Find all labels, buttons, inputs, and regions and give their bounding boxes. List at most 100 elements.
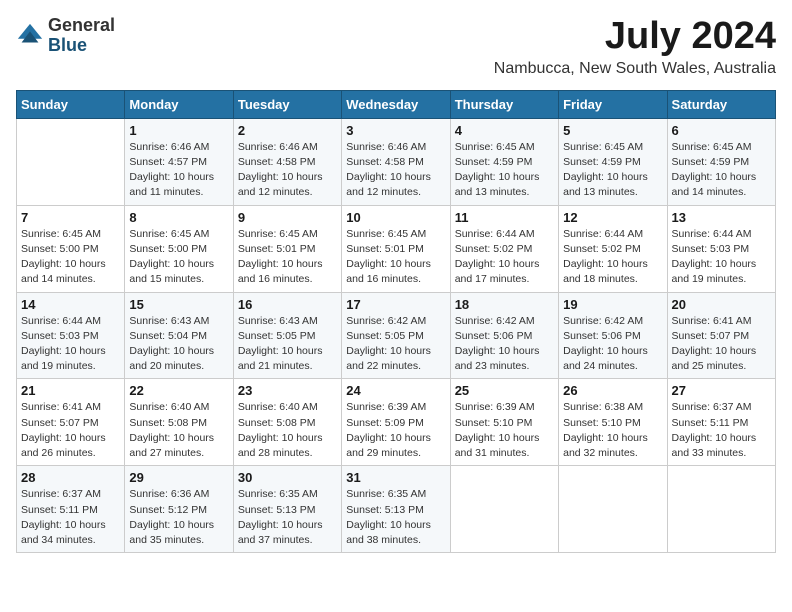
day-cell: 9Sunrise: 6:45 AMSunset: 5:01 PMDaylight… [233,205,341,292]
day-detail: Sunrise: 6:45 AMSunset: 5:00 PMDaylight:… [129,227,228,288]
day-number: 1 [129,123,228,138]
day-detail: Sunrise: 6:45 AMSunset: 4:59 PMDaylight:… [672,140,771,201]
header-sunday: Sunday [17,90,125,118]
day-detail: Sunrise: 6:41 AMSunset: 5:07 PMDaylight:… [672,314,771,375]
header-row: SundayMondayTuesdayWednesdayThursdayFrid… [17,90,776,118]
day-detail: Sunrise: 6:45 AMSunset: 5:01 PMDaylight:… [238,227,337,288]
day-number: 17 [346,297,445,312]
day-cell: 23Sunrise: 6:40 AMSunset: 5:08 PMDayligh… [233,379,341,466]
day-detail: Sunrise: 6:37 AMSunset: 5:11 PMDaylight:… [672,400,771,461]
day-detail: Sunrise: 6:46 AMSunset: 4:58 PMDaylight:… [238,140,337,201]
day-number: 31 [346,470,445,485]
day-number: 26 [563,383,662,398]
day-cell: 24 Sunrise: 6:39 AMSunset: 5:09 PMDayligh… [342,379,450,466]
header-monday: Monday [125,90,233,118]
day-detail: Sunrise: 6:42 AMSunset: 5:05 PMDaylight:… [346,314,445,375]
day-cell: 15 Sunrise: 6:43 AMSunset: 5:04 PMDayligh… [125,292,233,379]
day-detail: Sunrise: 6:43 AMSunset: 5:05 PMDaylight:… [238,314,337,375]
day-number: 25 [455,383,554,398]
day-cell: 30 Sunrise: 6:35 AMSunset: 5:13 PMDayligh… [233,466,341,553]
day-number: 30 [238,470,337,485]
day-cell: 11 Sunrise: 6:44 AMSunset: 5:02 PMDayligh… [450,205,558,292]
day-number: 6 [672,123,771,138]
day-detail: Sunrise: 6:45 AMSunset: 4:59 PMDaylight:… [563,140,662,201]
day-cell: 1 Sunrise: 6:46 AMSunset: 4:57 PMDaylight… [125,118,233,205]
location-title: Nambucca, New South Wales, Australia [494,60,776,78]
day-detail: Sunrise: 6:36 AMSunset: 5:12 PMDaylight:… [129,487,228,548]
day-cell [667,466,775,553]
day-cell: 16Sunrise: 6:43 AMSunset: 5:05 PMDayligh… [233,292,341,379]
day-cell: 5 Sunrise: 6:45 AMSunset: 4:59 PMDaylight… [559,118,667,205]
header: General Blue July 2024 Nambucca, New Sou… [16,16,776,78]
day-detail: Sunrise: 6:37 AMSunset: 5:11 PMDaylight:… [21,487,120,548]
day-number: 29 [129,470,228,485]
day-cell: 21 Sunrise: 6:41 AMSunset: 5:07 PMDayligh… [17,379,125,466]
day-number: 22 [129,383,228,398]
day-cell: 18 Sunrise: 6:42 AMSunset: 5:06 PMDayligh… [450,292,558,379]
day-cell: 25 Sunrise: 6:39 AMSunset: 5:10 PMDayligh… [450,379,558,466]
day-cell: 19 Sunrise: 6:42 AMSunset: 5:06 PMDayligh… [559,292,667,379]
day-number: 28 [21,470,120,485]
week-row-1: 1 Sunrise: 6:46 AMSunset: 4:57 PMDaylight… [17,118,776,205]
day-cell: 27 Sunrise: 6:37 AMSunset: 5:11 PMDayligh… [667,379,775,466]
day-cell: 29 Sunrise: 6:36 AMSunset: 5:12 PMDayligh… [125,466,233,553]
day-cell: 31 Sunrise: 6:35 AMSunset: 5:13 PMDayligh… [342,466,450,553]
day-number: 14 [21,297,120,312]
day-number: 18 [455,297,554,312]
day-number: 23 [238,383,337,398]
day-number: 5 [563,123,662,138]
day-cell: 3 Sunrise: 6:46 AMSunset: 4:58 PMDaylight… [342,118,450,205]
day-cell: 26 Sunrise: 6:38 AMSunset: 5:10 PMDayligh… [559,379,667,466]
day-number: 8 [129,210,228,225]
day-cell: 8 Sunrise: 6:45 AMSunset: 5:00 PMDaylight… [125,205,233,292]
day-cell: 13 Sunrise: 6:44 AMSunset: 5:03 PMDayligh… [667,205,775,292]
day-number: 4 [455,123,554,138]
day-detail: Sunrise: 6:42 AMSunset: 5:06 PMDaylight:… [455,314,554,375]
day-number: 21 [21,383,120,398]
day-number: 3 [346,123,445,138]
day-detail: Sunrise: 6:41 AMSunset: 5:07 PMDaylight:… [21,400,120,461]
week-row-2: 7 Sunrise: 6:45 AMSunset: 5:00 PMDaylight… [17,205,776,292]
logo-general-text: General [48,16,115,36]
day-detail: Sunrise: 6:46 AMSunset: 4:58 PMDaylight:… [346,140,445,201]
logo-text: General Blue [48,16,115,56]
day-detail: Sunrise: 6:42 AMSunset: 5:06 PMDaylight:… [563,314,662,375]
day-number: 10 [346,210,445,225]
day-number: 13 [672,210,771,225]
day-detail: Sunrise: 6:44 AMSunset: 5:03 PMDaylight:… [21,314,120,375]
week-row-4: 21 Sunrise: 6:41 AMSunset: 5:07 PMDayligh… [17,379,776,466]
logo-blue-text: Blue [48,36,115,56]
day-cell: 12Sunrise: 6:44 AMSunset: 5:02 PMDayligh… [559,205,667,292]
calendar-table: SundayMondayTuesdayWednesdayThursdayFrid… [16,90,776,553]
day-detail: Sunrise: 6:38 AMSunset: 5:10 PMDaylight:… [563,400,662,461]
day-cell: 6 Sunrise: 6:45 AMSunset: 4:59 PMDaylight… [667,118,775,205]
logo: General Blue [16,16,115,56]
logo-icon [16,22,44,50]
day-cell: 2 Sunrise: 6:46 AMSunset: 4:58 PMDaylight… [233,118,341,205]
header-wednesday: Wednesday [342,90,450,118]
day-detail: Sunrise: 6:45 AMSunset: 5:00 PMDaylight:… [21,227,120,288]
day-cell: 22Sunrise: 6:40 AMSunset: 5:08 PMDayligh… [125,379,233,466]
header-saturday: Saturday [667,90,775,118]
day-cell [559,466,667,553]
day-detail: Sunrise: 6:35 AMSunset: 5:13 PMDaylight:… [238,487,337,548]
day-detail: Sunrise: 6:44 AMSunset: 5:03 PMDaylight:… [672,227,771,288]
day-number: 24 [346,383,445,398]
day-number: 15 [129,297,228,312]
day-cell: 7 Sunrise: 6:45 AMSunset: 5:00 PMDaylight… [17,205,125,292]
day-number: 2 [238,123,337,138]
day-number: 11 [455,210,554,225]
day-number: 27 [672,383,771,398]
day-detail: Sunrise: 6:46 AMSunset: 4:57 PMDaylight:… [129,140,228,201]
title-area: July 2024 Nambucca, New South Wales, Aus… [494,16,776,78]
day-detail: Sunrise: 6:39 AMSunset: 5:09 PMDaylight:… [346,400,445,461]
day-detail: Sunrise: 6:44 AMSunset: 5:02 PMDaylight:… [455,227,554,288]
day-number: 19 [563,297,662,312]
day-cell: 17 Sunrise: 6:42 AMSunset: 5:05 PMDayligh… [342,292,450,379]
day-detail: Sunrise: 6:43 AMSunset: 5:04 PMDaylight:… [129,314,228,375]
day-detail: Sunrise: 6:39 AMSunset: 5:10 PMDaylight:… [455,400,554,461]
day-detail: Sunrise: 6:35 AMSunset: 5:13 PMDaylight:… [346,487,445,548]
day-number: 7 [21,210,120,225]
week-row-5: 28 Sunrise: 6:37 AMSunset: 5:11 PMDayligh… [17,466,776,553]
day-cell: 20Sunrise: 6:41 AMSunset: 5:07 PMDayligh… [667,292,775,379]
